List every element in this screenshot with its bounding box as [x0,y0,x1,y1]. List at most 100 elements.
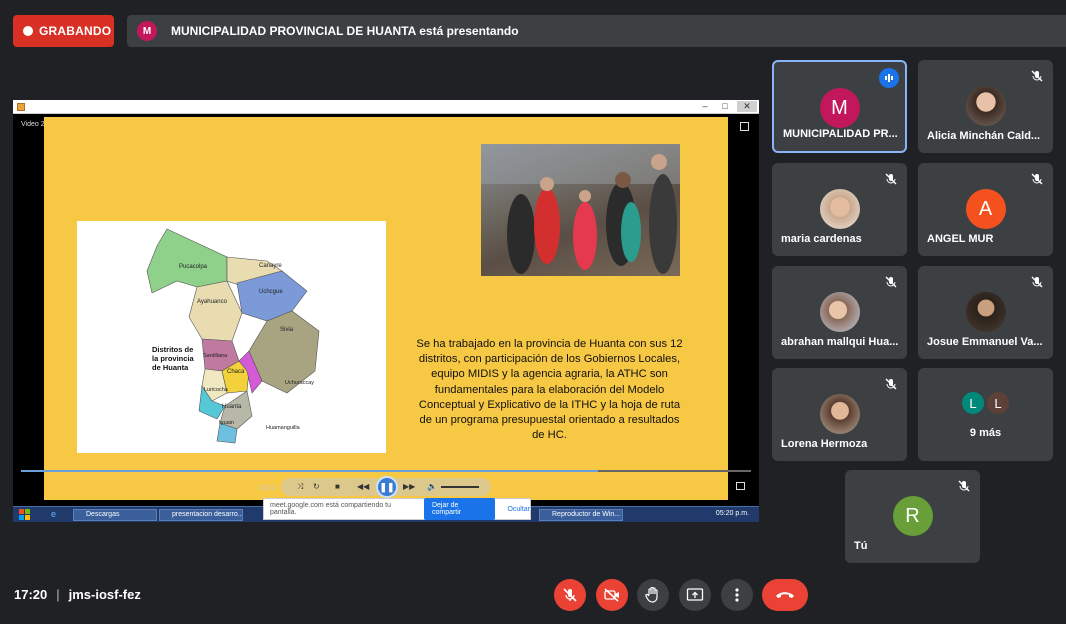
meeting-code[interactable]: jms-iosf-fez [69,587,141,602]
participant-name: Josue Emmanuel Va... [927,336,1043,348]
share-notice-text: meet.google.com está compartiendo tu pan… [270,502,392,516]
participant-name: Lorena Hermoza [781,438,868,450]
taskbar-item: Descargas [73,509,157,521]
mic-off-icon [563,588,577,602]
field-photo [481,144,680,276]
presenting-banner: M MUNICIPALIDAD PROVINCIAL DE HUANTA est… [127,15,1066,47]
share-notice: meet.google.com está compartiendo tu pan… [263,498,531,520]
recording-label: GRABANDO [39,24,112,38]
avatar [819,189,860,229]
rewind-icon: ◀◀ [357,482,370,491]
player-controls: ⤨ ↻ ■ ◀◀ ❚❚ ▶▶ 🔈 [281,476,491,498]
participant-tile[interactable]: Alicia Minchán Cald... [918,60,1053,153]
player-window-titlebar: – □ ✕ [13,100,759,114]
record-dot-icon [23,26,33,36]
taskbar-item: presentacion desarro... [159,509,243,521]
map-label: Huamanguilla [266,425,301,431]
recording-indicator[interactable]: GRABANDO [13,15,114,47]
camera-off-icon [604,588,619,602]
presenter-avatar: M [137,21,157,41]
avatar [965,292,1006,332]
participant-name: Tú [854,540,868,552]
avatar: L [960,390,986,416]
map-label: Canayre [259,263,282,269]
more-participants-tile[interactable]: L L 9 más [918,368,1053,461]
mic-off-icon [884,172,898,186]
present-icon [686,588,704,601]
taskbar-item: Reproductor de Win... [539,509,623,521]
avatar: R [892,496,933,536]
map-label: Luricocha [204,387,229,393]
present-screen-button[interactable] [679,579,711,611]
slide-text: Se ha trabajado en la provincia de Huant… [416,338,683,442]
district-map: Pucacolpa Canayre Uchcgue Ayahuanco Sivi… [77,221,386,453]
map-caption: Distritos de la provincia de Huanta [152,345,196,372]
more-count: 9 más [969,427,1002,439]
shared-screen: – □ ✕ Video 2021-07-15 at 5.07.05 PM Puc… [13,100,759,522]
video-progress-bar[interactable] [21,470,751,472]
divider: | [56,587,60,602]
mic-toggle-button[interactable] [554,579,586,611]
stop-sharing-button[interactable]: Dejar de compartir [423,498,496,520]
participant-tile[interactable]: maria cardenas [772,163,907,256]
map-label: Pucacolpa [179,264,208,270]
video-progress-fill [21,470,598,472]
shuffle-icon: ⤨ [297,482,304,491]
participant-tile[interactable]: Lorena Hermoza [772,368,907,461]
pause-icon: ❚❚ [376,476,398,498]
map-label: Ayahuanco [197,299,228,305]
mic-off-icon [957,479,971,493]
leave-call-button[interactable] [762,579,808,611]
minimize-icon: – [702,101,708,111]
raise-hand-button[interactable] [637,579,669,611]
map-label: Iguain [219,420,234,426]
avatar [819,394,860,434]
repeat-icon: ↻ [313,482,320,491]
presenting-text: MUNICIPALIDAD PROVINCIAL DE HUANTA está … [171,24,519,38]
participant-tile[interactable]: Josue Emmanuel Va... [918,266,1053,359]
windows-start-icon [19,509,31,521]
participant-name: abrahan mallqui Hua... [781,336,899,348]
volume-icon: 🔈 [427,482,437,491]
close-icon: ✕ [737,101,757,112]
avatar: A [965,189,1006,229]
camera-toggle-button[interactable] [596,579,628,611]
forward-icon: ▶▶ [403,482,416,491]
avatar [819,292,860,332]
map-label: Uchcgue [259,289,283,295]
participant-tile[interactable]: M MUNICIPALIDAD PR... [772,60,907,153]
taskbar-clock: 05:20 p.m. [715,510,749,517]
avatar: L [985,390,1011,416]
mic-off-icon [1030,275,1044,289]
hand-icon [645,586,658,603]
participant-tile[interactable]: abrahan mallqui Hua... [772,266,907,359]
more-vert-icon [735,588,739,602]
hang-up-icon [776,592,794,598]
map-label: Huanta [222,404,242,410]
mic-off-icon [1030,172,1044,186]
hide-button[interactable]: Ocultar [507,506,530,513]
browser-icon: e [51,509,57,519]
self-tile[interactable]: R Tú [845,470,980,563]
maximize-icon: □ [722,101,728,111]
stop-icon: ■ [335,482,340,491]
map-label: Sivia [280,327,294,333]
participant-name: ANGEL MUR [927,233,994,245]
restore-icon [740,122,749,131]
mic-off-icon [884,377,898,391]
meeting-info: 17:20 | jms-iosf-fez [14,587,141,602]
mic-off-icon [1030,69,1044,83]
map-label: Chaca [227,369,245,375]
participant-name: Alicia Minchán Cald... [927,130,1041,142]
map-label: Santillana [203,353,228,359]
participant-name: maria cardenas [781,233,862,245]
participant-tile[interactable]: A ANGEL MUR [918,163,1053,256]
mic-off-icon [884,275,898,289]
fullscreen-icon [736,482,745,490]
media-player-icon [17,103,25,111]
more-options-button[interactable] [721,579,753,611]
player-time: 02:22 [259,485,277,492]
avatar [965,86,1006,126]
clock: 17:20 [14,587,48,602]
avatar: M [819,88,860,128]
